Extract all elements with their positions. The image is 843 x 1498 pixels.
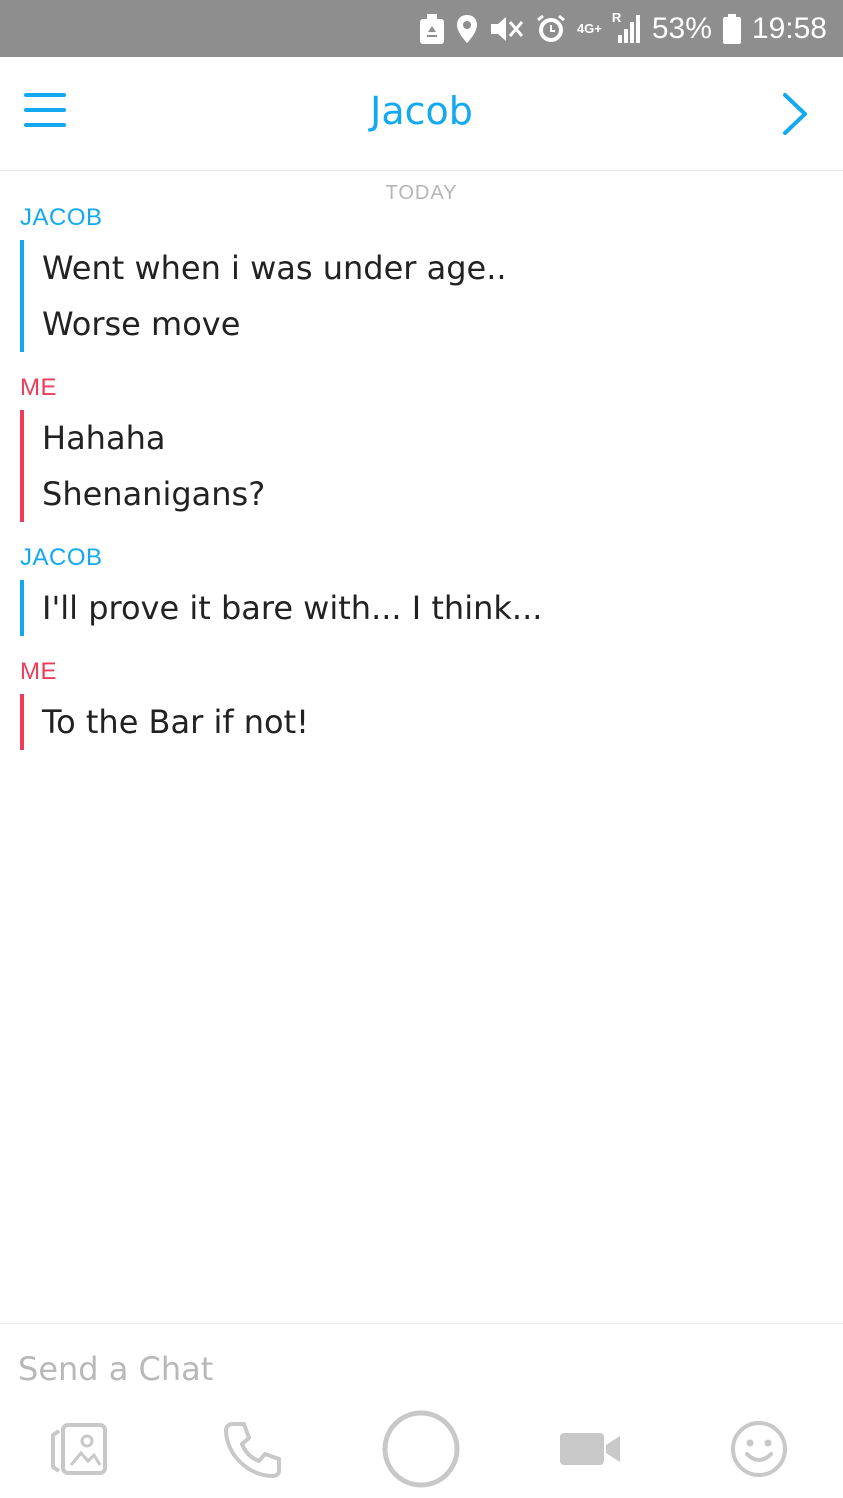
camera-shutter-icon[interactable]	[380, 1409, 462, 1489]
sender-label: ME	[20, 374, 57, 401]
alarm-icon	[535, 9, 567, 49]
sender-label: ME	[20, 658, 57, 685]
message-text[interactable]: Shenanigans?	[42, 466, 823, 522]
battery-icon	[722, 9, 742, 49]
message-text[interactable]: To the Bar if not!	[42, 694, 823, 750]
recycle-icon	[419, 9, 445, 49]
message-group: JACOB I'll prove it bare with... I think…	[20, 544, 823, 636]
smiley-icon[interactable]	[726, 1409, 792, 1489]
chat-input[interactable]	[18, 1344, 818, 1394]
message-text[interactable]: Worse move	[42, 296, 823, 352]
message-block: Hahaha Shenanigans?	[20, 410, 823, 522]
roaming-indicator: R	[611, 9, 622, 25]
status-bar: 4G+ R 53% 19:58	[0, 0, 843, 57]
message-group: ME Hahaha Shenanigans?	[20, 374, 823, 522]
sender-label: JACOB	[20, 544, 103, 571]
location-icon	[455, 9, 479, 49]
signal-icon: R	[612, 9, 642, 49]
network-type: 4G+	[576, 21, 602, 36]
phone-icon[interactable]	[218, 1409, 288, 1489]
chevron-right-icon[interactable]	[779, 89, 813, 139]
composer	[0, 1323, 843, 1498]
mute-icon	[489, 9, 525, 49]
date-separator: TODAY	[385, 182, 458, 204]
memories-icon[interactable]	[44, 1409, 120, 1489]
conversation-title[interactable]: Jacob	[0, 89, 843, 133]
message-block: To the Bar if not!	[20, 694, 823, 750]
chat-toolbar	[0, 1409, 843, 1489]
message-group: ME To the Bar if not!	[20, 658, 823, 750]
message-block: Went when i was under age.. Worse move	[20, 240, 823, 352]
video-icon[interactable]	[556, 1409, 626, 1489]
message-text[interactable]: Hahaha	[42, 410, 823, 466]
message-block: I'll prove it bare with... I think...	[20, 580, 823, 636]
message-group: JACOB Went when i was under age.. Worse …	[20, 204, 823, 352]
battery-percent: 53%	[651, 11, 712, 45]
chat-header: Jacob	[0, 57, 843, 171]
sender-label: JACOB	[20, 204, 103, 231]
message-text[interactable]: I'll prove it bare with... I think...	[42, 580, 823, 636]
message-text[interactable]: Went when i was under age..	[42, 240, 823, 296]
clock: 19:58	[751, 11, 827, 45]
